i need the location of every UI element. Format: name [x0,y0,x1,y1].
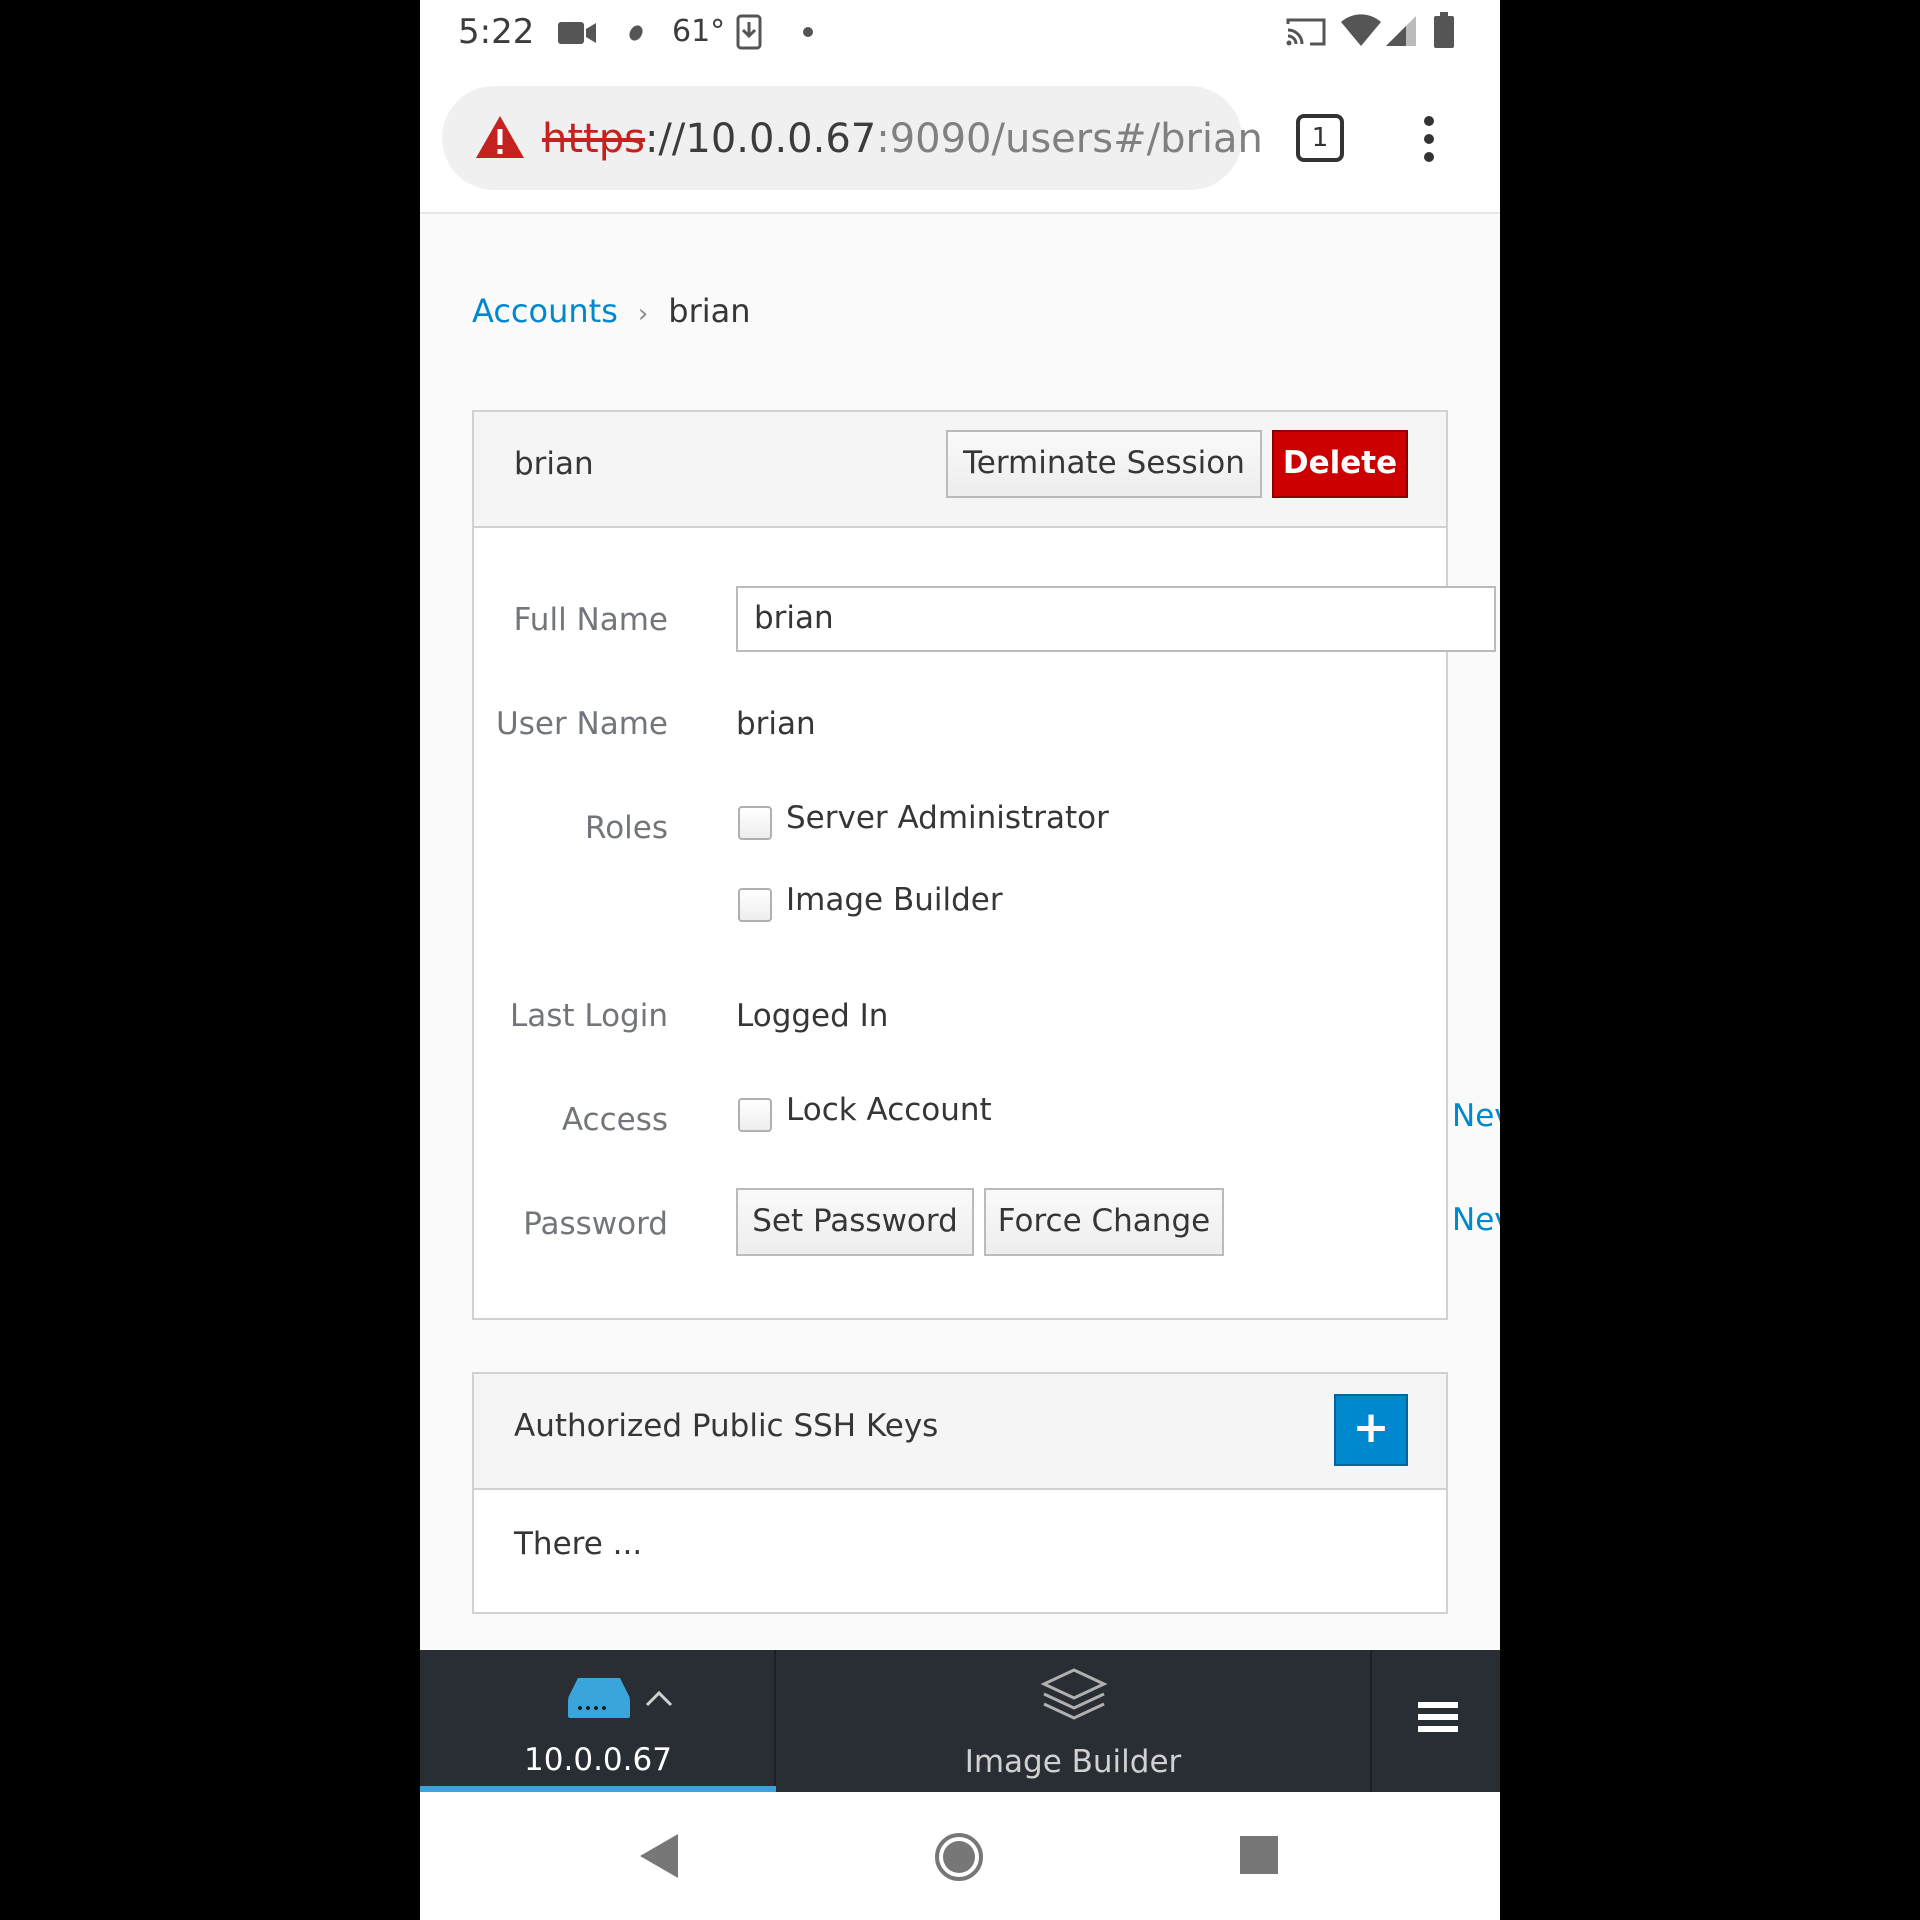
account-panel-header: brian Terminate Session Delete [474,412,1446,528]
account-panel-title: brian [514,446,594,482]
ssh-keys-title: Authorized Public SSH Keys [514,1408,939,1444]
browser-toolbar: https://10.0.0.67:9090/users#/brian 1 [420,64,1500,214]
last-login-value: Logged In [736,998,889,1034]
cockpit-bottom-nav: 10.0.0.67 Image Builder [420,1650,1500,1792]
breadcrumb-current: brian [668,292,751,330]
url-scheme: https [542,116,645,162]
back-icon[interactable] [638,1832,682,1880]
notification-dot-icon [803,27,813,37]
full-name-input[interactable]: brian [736,586,1496,652]
insecure-warning-icon[interactable] [474,114,526,160]
server-administrator-label[interactable]: Server Administrator [786,800,1109,836]
host-label: 10.0.0.67 [524,1742,672,1778]
account-panel: brian Terminate Session Delete Full Name… [472,410,1496,1320]
layers-icon [1040,1668,1108,1720]
force-change-button[interactable]: Force Change [984,1188,1224,1256]
breadcrumb-accounts-link[interactable]: Accounts [472,292,618,330]
status-temperature: 61° [672,14,726,49]
ssh-keys-panel: Authorized Public SSH Keys + There ... [472,1372,1448,1614]
roles-label: Roles [585,810,668,846]
status-time: 5:22 [458,12,535,52]
image-builder-checkbox[interactable] [738,888,772,922]
delete-button[interactable]: Delete [1272,430,1408,498]
password-label: Password [523,1206,668,1242]
wifi-icon [1341,14,1381,46]
page-content: Accounts › brian brian Terminate Session D… [420,214,1500,1650]
url-text[interactable]: https://10.0.0.67:9090/users#/brian [542,116,1263,162]
image-builder-nav-item[interactable]: Image Builder [776,1650,1372,1792]
android-nav-bar [420,1792,1500,1920]
image-builder-role-label[interactable]: Image Builder [786,882,1003,918]
browser-menu-icon[interactable] [1424,116,1436,170]
access-side-link[interactable]: Nev [1452,1098,1500,1134]
status-bar: 5:22 61° [420,0,1500,64]
server-administrator-checkbox[interactable] [738,806,772,840]
tab-switcher-button[interactable]: 1 [1296,114,1344,162]
full-name-label: Full Name [513,602,668,638]
lock-account-label[interactable]: Lock Account [786,1092,992,1128]
breadcrumb-separator: › [637,299,649,329]
ssh-keys-empty-text: There ... [514,1526,643,1562]
phone-screen: 5:22 61° https://10.0.0.67:9090/users#/b… [420,0,1500,1920]
add-ssh-key-button[interactable]: + [1334,1394,1408,1466]
chevron-up-icon [645,1690,673,1707]
signal-icon [1386,16,1416,46]
home-icon[interactable] [934,1832,984,1882]
hamburger-menu-icon[interactable] [1372,1650,1500,1792]
set-password-button[interactable]: Set Password [736,1188,974,1256]
cast-icon [1286,18,1326,46]
host-switcher[interactable]: 10.0.0.67 [420,1650,776,1792]
recents-icon[interactable] [1238,1834,1280,1876]
image-builder-nav-label: Image Builder [964,1744,1182,1780]
url-host: ://10.0.0.67 [644,116,877,162]
battery-icon [1434,12,1454,48]
user-name-value: brian [736,706,816,742]
ssh-keys-panel-header: Authorized Public SSH Keys + [474,1374,1446,1490]
download-icon [736,14,762,50]
password-side-link[interactable]: Nev [1452,1202,1500,1238]
terminate-session-button[interactable]: Terminate Session [946,430,1262,498]
breadcrumb: Accounts › brian [472,292,751,330]
address-bar[interactable]: https://10.0.0.67:9090/users#/brian [442,86,1263,190]
user-name-label: User Name [496,706,668,742]
video-camera-icon [558,22,596,44]
url-path: :9090/users#/brian [876,116,1263,162]
access-label: Access [561,1102,668,1138]
lock-account-checkbox[interactable] [738,1098,772,1132]
last-login-label: Last Login [509,998,668,1034]
leaf-icon [629,25,643,41]
server-icon [568,1678,630,1718]
